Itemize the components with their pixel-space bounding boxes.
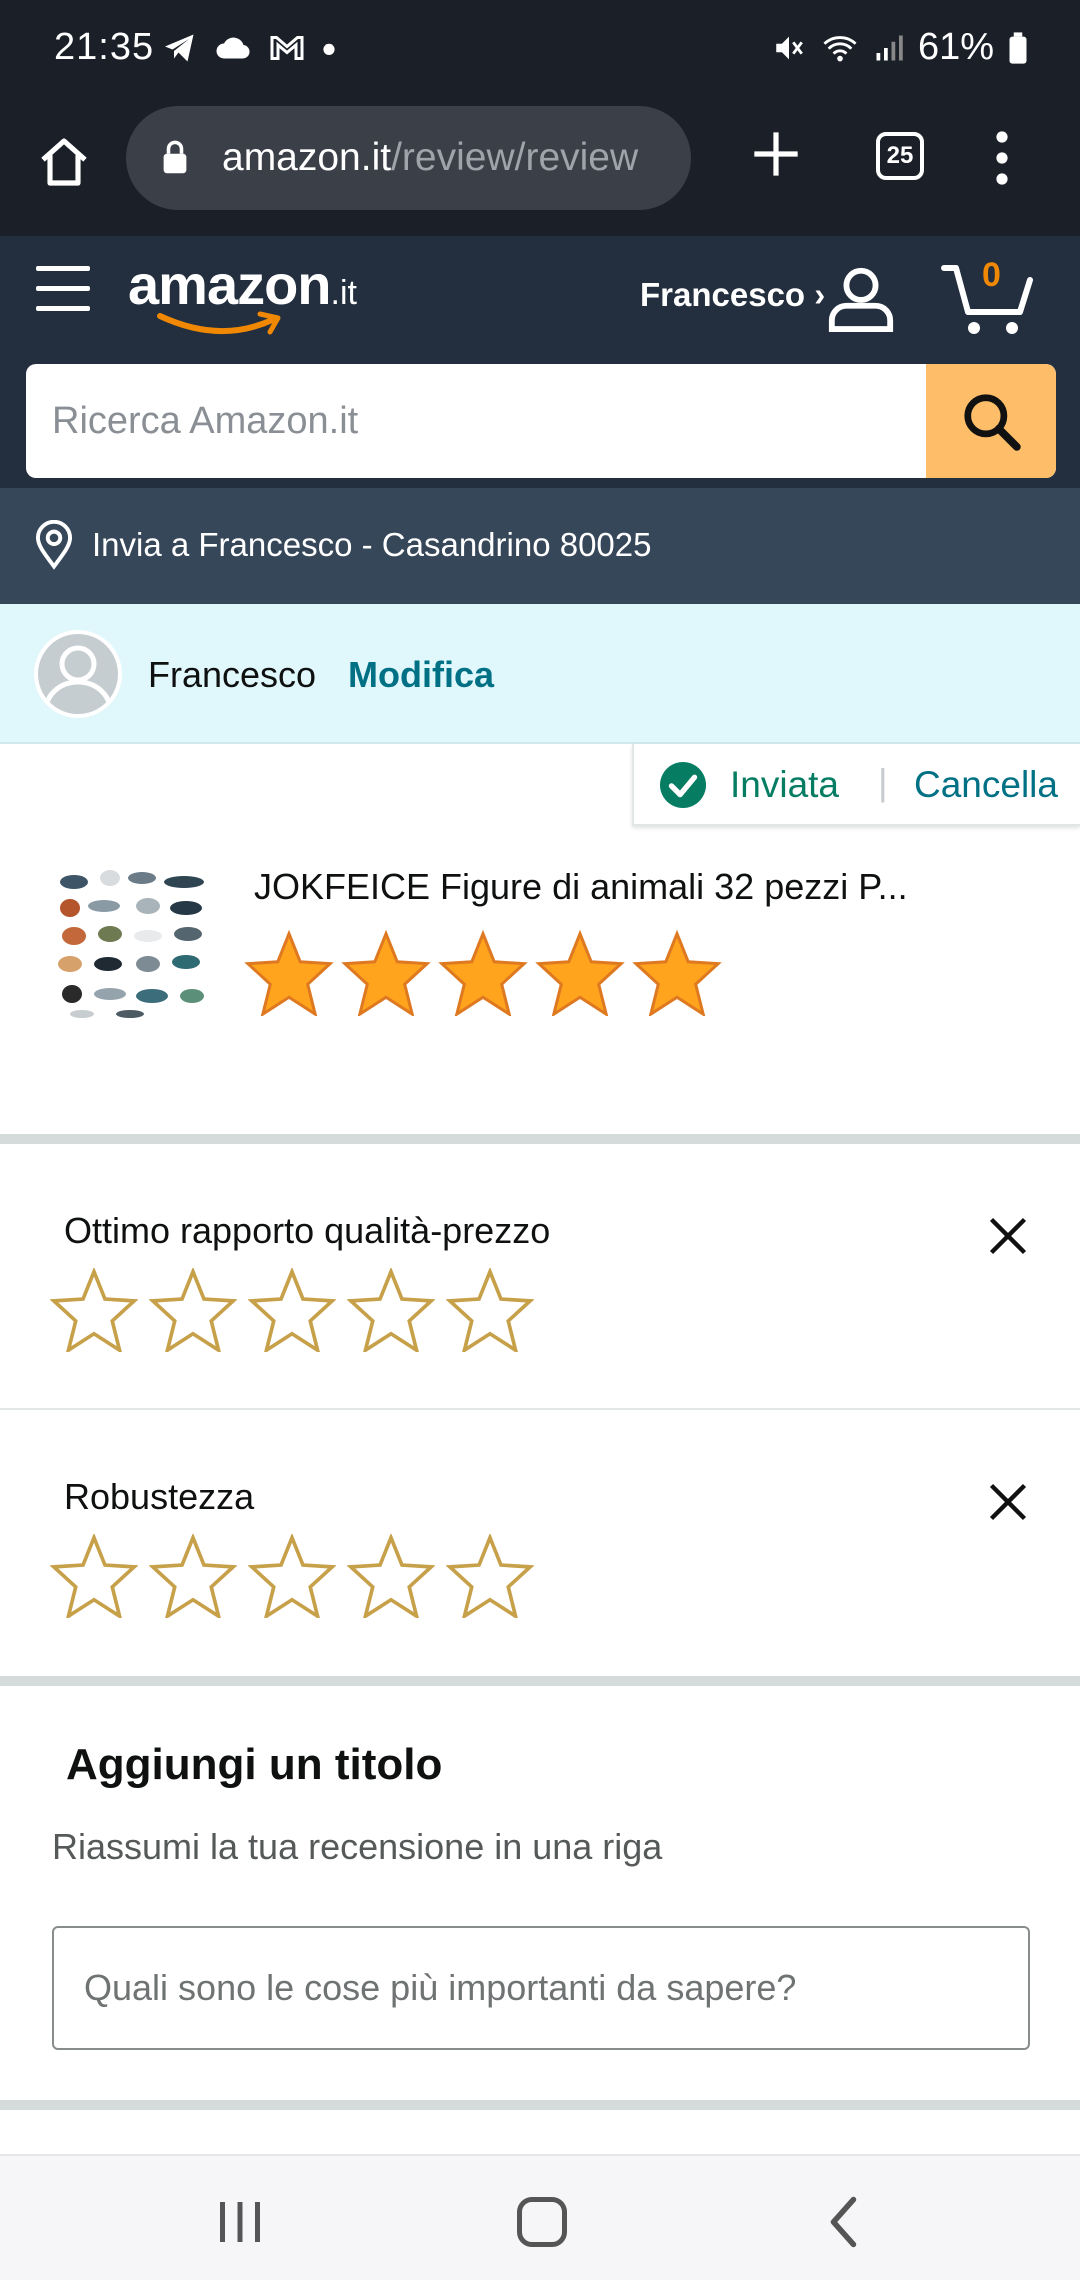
search-button[interactable] bbox=[926, 364, 1056, 478]
star-outline-icon[interactable] bbox=[347, 1534, 435, 1618]
check-circle-icon bbox=[660, 762, 706, 808]
star-outline-icon[interactable] bbox=[446, 1534, 534, 1618]
signal-icon bbox=[876, 35, 903, 60]
star-filled-icon[interactable] bbox=[244, 930, 334, 1016]
account-icon[interactable] bbox=[826, 262, 896, 332]
new-tab-icon[interactable] bbox=[750, 128, 802, 180]
address-bar[interactable]: amazon.it/review/review bbox=[126, 106, 691, 210]
delivery-text: Invia a Francesco - Casandrino 80025 bbox=[92, 526, 652, 563]
clock: 21:35 bbox=[54, 26, 155, 68]
status-separator: | bbox=[878, 762, 888, 803]
battery-icon bbox=[1009, 31, 1027, 64]
attribute-label: Ottimo rapporto qualità-prezzo bbox=[64, 1210, 551, 1251]
amazon-header: amazon.it Francesco › 0 bbox=[0, 236, 1080, 488]
star-outline-icon[interactable] bbox=[149, 1534, 237, 1618]
review-title-input[interactable] bbox=[52, 1926, 1030, 2050]
home-nav-icon[interactable] bbox=[512, 2192, 572, 2252]
reviewer-profile: Francesco Modifica bbox=[0, 604, 1080, 744]
section-hint: Riassumi la tua recensione in una riga bbox=[52, 1826, 663, 1867]
edit-profile-link[interactable]: Modifica bbox=[348, 654, 494, 696]
attribute-label: Robustezza bbox=[64, 1476, 255, 1517]
section-divider bbox=[0, 1134, 1080, 1144]
attribute-stars bbox=[50, 1268, 534, 1352]
close-icon[interactable] bbox=[986, 1214, 1030, 1258]
telegram-icon bbox=[165, 34, 194, 62]
gmail-icon bbox=[270, 36, 304, 60]
avatar bbox=[34, 630, 122, 718]
hamburger-menu-icon[interactable] bbox=[36, 266, 90, 314]
sent-status: Inviata bbox=[730, 764, 840, 805]
browser-toolbar: amazon.it/review/review 25 bbox=[0, 100, 1080, 236]
amazon-logo[interactable]: amazon.it bbox=[128, 252, 378, 335]
home-icon[interactable] bbox=[36, 134, 92, 190]
star-outline-icon[interactable] bbox=[50, 1534, 138, 1618]
review-status-chip: Inviata | Cancella bbox=[632, 744, 1080, 826]
search-bar bbox=[26, 364, 1056, 478]
cart-button[interactable]: 0 bbox=[940, 256, 1040, 336]
lock-icon bbox=[163, 140, 187, 174]
url-domain: amazon.it bbox=[222, 136, 392, 179]
star-filled-icon[interactable] bbox=[632, 930, 722, 1016]
logo-tld: .it bbox=[330, 274, 357, 312]
close-icon[interactable] bbox=[986, 1480, 1030, 1524]
attribute-rating-sturdiness: Robustezza bbox=[0, 1410, 1080, 1674]
attribute-rating-value: Ottimo rapporto qualità-prezzo bbox=[0, 1144, 1080, 1408]
star-filled-icon[interactable] bbox=[535, 930, 625, 1016]
notification-icons bbox=[162, 30, 336, 66]
product-summary: JOKFEICE Figure di animali 32 pezzi P... bbox=[0, 826, 1080, 1134]
battery-percent: 61% bbox=[917, 26, 994, 68]
account-link[interactable]: Francesco › bbox=[640, 276, 825, 314]
cart-count: 0 bbox=[982, 256, 1001, 294]
overall-rating bbox=[244, 930, 722, 1016]
product-title[interactable]: JOKFEICE Figure di animali 32 pezzi P... bbox=[254, 866, 1034, 908]
url-text: amazon.it/review/review bbox=[222, 136, 672, 180]
status-bar: 21:35 61% bbox=[0, 0, 1080, 100]
logo-word: amazon bbox=[128, 253, 331, 316]
star-outline-icon[interactable] bbox=[347, 1268, 435, 1352]
cancel-link[interactable]: Cancella bbox=[914, 764, 1058, 806]
dot-icon bbox=[323, 43, 335, 55]
section-divider bbox=[0, 2100, 1080, 2110]
star-filled-icon[interactable] bbox=[438, 930, 528, 1016]
tab-switcher-button[interactable]: 25 bbox=[876, 132, 924, 180]
product-thumbnail[interactable] bbox=[52, 864, 212, 1024]
back-icon[interactable] bbox=[816, 2192, 876, 2252]
system-navigation-bar bbox=[0, 2154, 1080, 2280]
section-heading: Aggiungi un titolo bbox=[66, 1740, 443, 1789]
url-path: /review/review bbox=[391, 136, 639, 179]
star-outline-icon[interactable] bbox=[50, 1268, 138, 1352]
wifi-icon bbox=[823, 35, 857, 61]
profile-name: Francesco bbox=[148, 654, 317, 695]
recent-apps-icon[interactable] bbox=[210, 2192, 270, 2252]
user-silhouette-icon bbox=[43, 645, 113, 711]
star-filled-icon[interactable] bbox=[341, 930, 431, 1016]
location-pin-icon bbox=[35, 520, 73, 570]
overflow-menu-icon[interactable] bbox=[992, 130, 1012, 186]
search-input[interactable] bbox=[26, 364, 926, 478]
section-divider bbox=[0, 1676, 1080, 1686]
delivery-location[interactable]: Invia a Francesco - Casandrino 80025 bbox=[0, 488, 1080, 604]
cloud-icon bbox=[216, 37, 250, 59]
logo-smile-icon bbox=[157, 311, 281, 335]
system-icons: 61% bbox=[772, 26, 1028, 69]
star-outline-icon[interactable] bbox=[446, 1268, 534, 1352]
star-outline-icon[interactable] bbox=[248, 1534, 336, 1618]
search-icon bbox=[964, 394, 1021, 451]
review-title-section: Aggiungi un titolo Riassumi la tua recen… bbox=[0, 1686, 1080, 2100]
star-outline-icon[interactable] bbox=[149, 1268, 237, 1352]
attribute-stars bbox=[50, 1534, 534, 1618]
mute-icon bbox=[776, 36, 803, 59]
star-outline-icon[interactable] bbox=[248, 1268, 336, 1352]
